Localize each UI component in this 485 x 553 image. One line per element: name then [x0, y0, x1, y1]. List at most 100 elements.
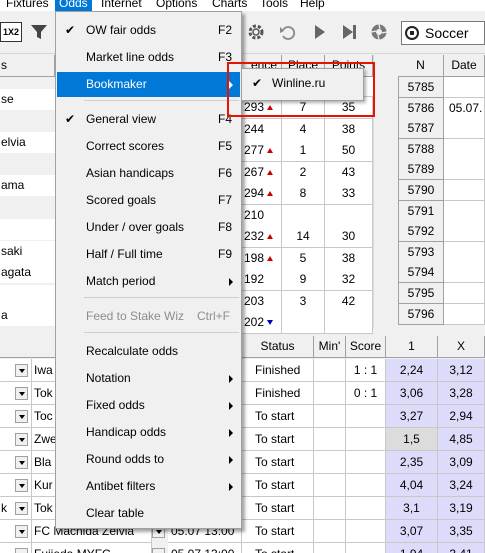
place-cell[interactable] — [282, 204, 325, 227]
place-cell[interactable]: 8 — [282, 183, 325, 205]
dropdown-arrow-icon[interactable] — [15, 456, 28, 469]
row-number-cell[interactable]: 5789 — [398, 159, 444, 181]
menu-item-clear-table[interactable]: Clear table — [57, 501, 240, 526]
date-cell[interactable]: 05.07. — [444, 97, 485, 119]
place-cell[interactable]: 14 — [282, 226, 325, 248]
goal-difference-cell[interactable]: 244 — [242, 118, 282, 141]
minute-cell[interactable] — [314, 474, 346, 497]
points-cell[interactable]: 42 — [325, 290, 373, 313]
minute-cell[interactable] — [314, 359, 346, 382]
team-name-cell[interactable]: elvia — [0, 132, 55, 153]
date-cell[interactable] — [444, 118, 485, 140]
goal-difference-cell[interactable]: 203 — [242, 290, 282, 313]
menu-fixtures[interactable]: Fixtures — [2, 0, 53, 11]
goal-difference-cell[interactable]: 202 — [242, 312, 282, 334]
filter-icon[interactable] — [28, 21, 50, 43]
points-cell[interactable]: 30 — [325, 226, 373, 248]
team-name-cell[interactable] — [0, 285, 55, 306]
menu-charts[interactable]: Charts — [208, 0, 251, 11]
odds-x-cell[interactable]: 3,19 — [438, 497, 485, 520]
goal-difference-cell[interactable]: 232 — [242, 226, 282, 248]
goal-difference-cell[interactable]: 198 — [242, 247, 282, 270]
status-header[interactable]: Status — [242, 336, 314, 358]
dropdown-arrow-icon[interactable] — [15, 387, 28, 400]
score-cell[interactable] — [346, 474, 386, 497]
dropdown-arrow-icon[interactable] — [152, 548, 165, 553]
score-cell[interactable] — [346, 520, 386, 543]
menu-help[interactable]: Help — [296, 0, 329, 11]
menu-item-match-period[interactable]: Match period — [57, 269, 240, 294]
menu-item-handicap-odds[interactable]: Handicap odds — [57, 420, 240, 445]
date-cell[interactable] — [444, 77, 485, 98]
status-cell[interactable]: Finished — [242, 382, 314, 405]
score-cell[interactable] — [346, 428, 386, 451]
odds-x-cell[interactable]: 3,12 — [438, 359, 485, 382]
team-name-cell[interactable]: ama — [0, 175, 55, 196]
status-cell[interactable]: Finished — [242, 359, 314, 382]
row-number-cell[interactable]: 5792 — [398, 221, 444, 243]
goal-difference-cell[interactable]: 277 — [242, 140, 282, 162]
status-cell[interactable]: To start — [242, 428, 314, 451]
status-cell[interactable]: To start — [242, 543, 314, 553]
odds-1-header[interactable]: 1 — [386, 336, 438, 358]
menu-item-fixed-odds[interactable]: Fixed odds — [57, 393, 240, 418]
n-header[interactable]: N — [398, 55, 444, 77]
menu-item-ow-fair-odds[interactable]: ✔ OW fair odds F2 — [57, 18, 240, 43]
date-cell[interactable] — [444, 221, 485, 243]
menu-item-half-full-time[interactable]: Half / Full time F9 — [57, 242, 240, 267]
odds-x-header[interactable]: X — [438, 336, 485, 358]
team-name-cell[interactable] — [0, 219, 55, 240]
odds-x-cell[interactable]: 3,28 — [438, 382, 485, 405]
minute-cell[interactable] — [314, 497, 346, 520]
row-number-cell[interactable]: 5796 — [398, 303, 444, 325]
menu-item-scored-goals[interactable]: Scored goals F7 — [57, 188, 240, 213]
points-cell[interactable] — [325, 312, 373, 334]
odds-x-cell[interactable]: 2,94 — [438, 405, 485, 428]
menu-item-antibet-filters[interactable]: Antibet filters — [57, 474, 240, 499]
sport-selector[interactable]: Soccer — [401, 21, 485, 45]
minute-cell[interactable] — [314, 382, 346, 405]
odds-1-cell[interactable]: 1,94 — [386, 543, 438, 553]
score-cell[interactable] — [346, 543, 386, 553]
date-cell[interactable] — [444, 283, 485, 304]
minute-cell[interactable] — [314, 451, 346, 474]
status-cell[interactable]: To start — [242, 497, 314, 520]
odds-x-cell[interactable]: 3,24 — [438, 474, 485, 497]
1x2-icon[interactable]: 1X2 — [0, 22, 22, 42]
place-cell[interactable]: 2 — [282, 161, 325, 184]
date-cell[interactable] — [444, 303, 485, 325]
row-number-cell[interactable]: 5795 — [398, 283, 444, 304]
odds-x-cell[interactable]: 3,09 — [438, 451, 485, 474]
row-number-cell[interactable]: 5790 — [398, 180, 444, 201]
odds-1-cell[interactable]: 2,35 — [386, 451, 438, 474]
menu-item-bookmaker[interactable]: Bookmaker — [57, 72, 240, 97]
odds-1-cell[interactable]: 3,07 — [386, 520, 438, 543]
date-cell[interactable] — [444, 159, 485, 181]
team-name-cell[interactable]: a — [0, 305, 55, 326]
team-name-cell[interactable]: se — [0, 89, 55, 110]
odds-1-cell[interactable]: 1,5 — [386, 428, 438, 451]
goal-difference-cell[interactable]: 294 — [242, 183, 282, 205]
goal-difference-cell[interactable]: 267 — [242, 161, 282, 184]
place-cell[interactable]: 9 — [282, 269, 325, 291]
aperture-icon[interactable] — [368, 21, 390, 43]
row-number-cell[interactable]: 5793 — [398, 241, 444, 263]
menu-internet[interactable]: Internet — [97, 0, 146, 11]
menu-options[interactable]: Options — [152, 0, 201, 11]
goal-difference-cell[interactable]: 210 — [242, 204, 282, 227]
minute-cell[interactable] — [314, 543, 346, 553]
status-cell[interactable]: To start — [242, 405, 314, 428]
menu-odds[interactable]: Odds — [55, 0, 92, 11]
dropdown-arrow-icon[interactable] — [15, 479, 28, 492]
date-cell[interactable] — [444, 262, 485, 284]
place-cell[interactable]: 1 — [282, 140, 325, 162]
goal-difference-cell[interactable]: 192 — [242, 269, 282, 291]
dropdown-arrow-icon[interactable] — [15, 433, 28, 446]
menu-item-general-view[interactable]: ✔ General view F4 — [57, 107, 240, 132]
points-cell[interactable]: 33 — [325, 183, 373, 205]
odds-x-cell[interactable]: 4,85 — [438, 428, 485, 451]
score-cell[interactable] — [346, 405, 386, 428]
points-cell[interactable]: 32 — [325, 269, 373, 291]
menu-item-correct-scores[interactable]: Correct scores F5 — [57, 134, 240, 159]
menu-item-asian-handicaps[interactable]: Asian handicaps F6 — [57, 161, 240, 186]
